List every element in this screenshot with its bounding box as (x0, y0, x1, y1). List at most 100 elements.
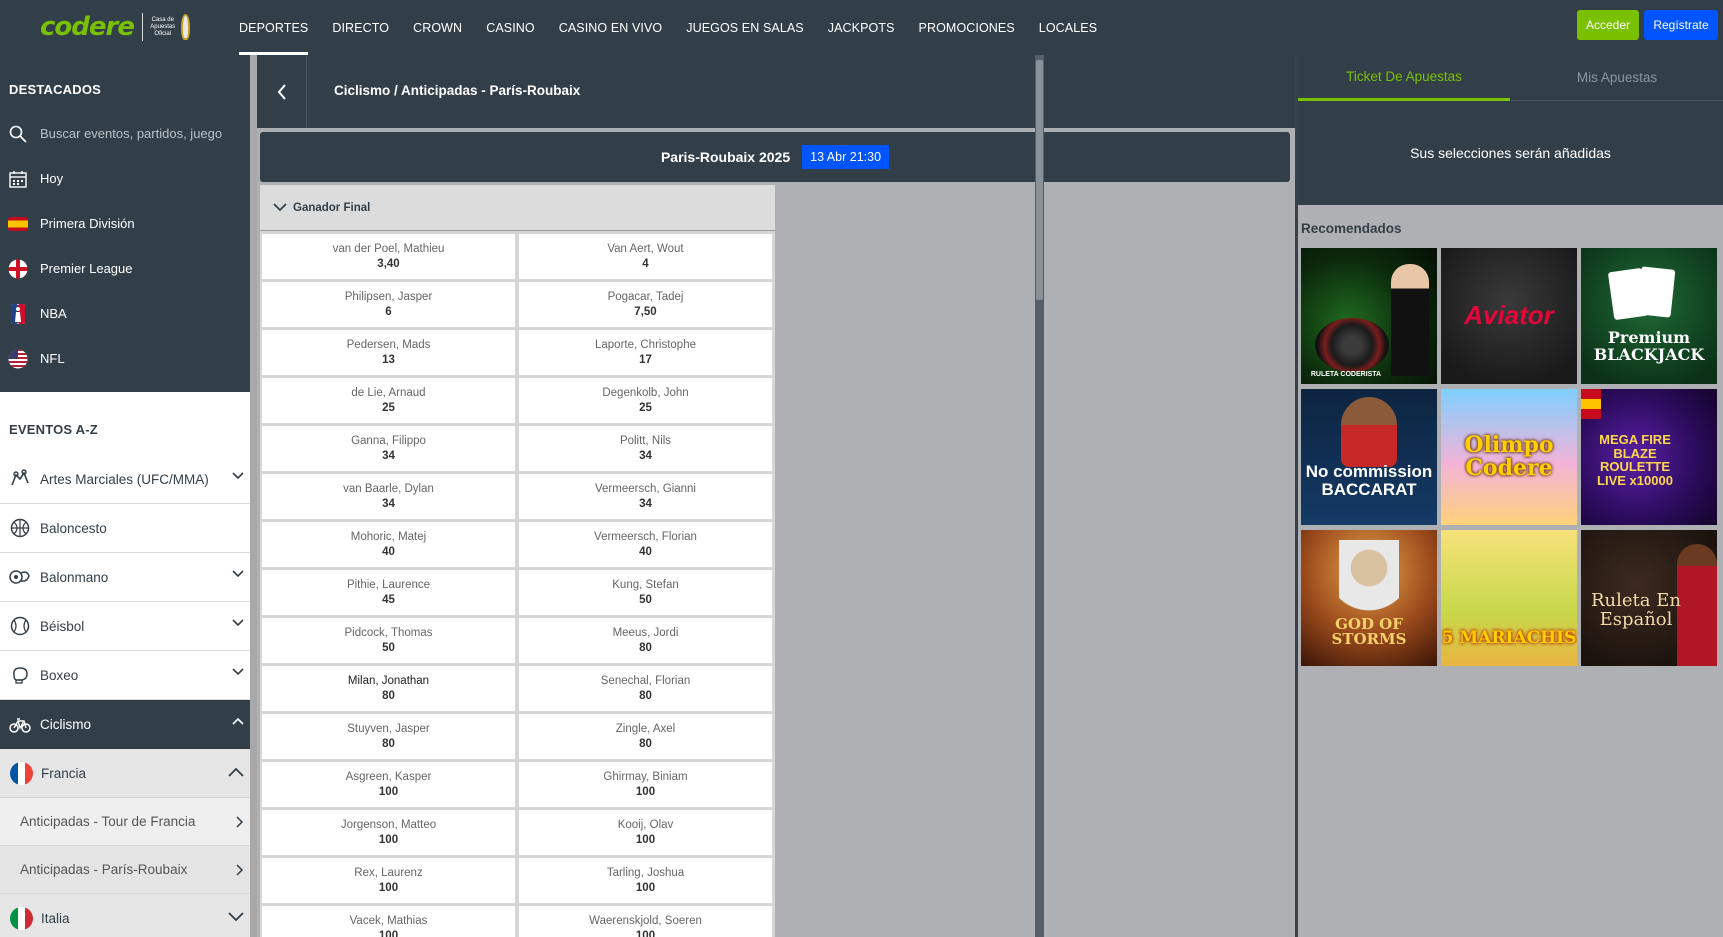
scrollbar-thumb[interactable] (1036, 60, 1043, 300)
odds-selection-cell[interactable]: Tarling, Joshua 100 (519, 858, 772, 903)
country-label: Italia (41, 910, 70, 926)
sport-item-artes-marciales[interactable]: Artes Marciales (UFC/MMA) (0, 455, 250, 504)
calendar-icon (8, 169, 28, 189)
country-item-francia[interactable]: Francia (0, 749, 250, 798)
register-button[interactable]: Regístrate (1644, 10, 1718, 40)
game-tile-blackjack[interactable]: Premium BLACKJACK (1581, 248, 1717, 384)
featured-item-nba[interactable]: NBA (0, 291, 250, 336)
odds-selection-cell[interactable]: Politt, Nils 34 (519, 426, 772, 471)
selection-odds: 100 (635, 833, 656, 846)
sidebar-scrollbar[interactable] (250, 55, 257, 937)
sport-label: Boxeo (40, 667, 79, 683)
odds-selection-cell[interactable]: Philipsen, Jasper 6 (262, 282, 515, 327)
odds-selection-cell[interactable]: Asgreen, Kasper 100 (262, 762, 515, 807)
tab-mis-apuestas[interactable]: Mis Apuestas (1511, 55, 1723, 101)
featured-label: Premier League (40, 261, 133, 276)
sport-item-baloncesto[interactable]: Baloncesto (0, 504, 250, 553)
game-tile-olimpo-codere[interactable]: Olimpo Codere (1441, 389, 1577, 525)
nav-deportes[interactable]: DEPORTES (227, 0, 320, 55)
sport-item-ciclismo[interactable]: Ciclismo (0, 700, 250, 749)
featured-item-hoy[interactable]: Hoy (0, 156, 250, 201)
game-tile-baccarat[interactable]: No commission BACCARAT (1301, 389, 1437, 525)
selection-odds: 34 (639, 449, 652, 462)
nav-casino[interactable]: CASINO (474, 0, 547, 55)
tab-ticket[interactable]: Ticket De Apuestas (1298, 55, 1510, 101)
selection-name: Philipsen, Jasper (344, 290, 433, 303)
odds-selection-cell[interactable]: Kung, Stefan 50 (519, 570, 772, 615)
sport-item-balonmano[interactable]: Balonmano (0, 553, 250, 602)
sidebar: DESTACADOS Buscar eventos, partidos, jue… (0, 55, 250, 937)
game-tile-ruleta-coderista[interactable]: RULETA CODERISTA (1301, 248, 1437, 384)
nav-jackpots[interactable]: JACKPOTS (816, 0, 907, 55)
odds-selection-cell[interactable]: Mohoric, Matej 40 (262, 522, 515, 567)
odds-selection-cell[interactable]: Vermeersch, Gianni 34 (519, 474, 772, 519)
odds-selection-cell[interactable]: Pogacar, Tadej 7,50 (519, 282, 772, 327)
selection-odds: 25 (639, 401, 652, 414)
nav-directo[interactable]: DIRECTO (320, 0, 401, 55)
odds-selection-cell[interactable]: Pedersen, Mads 13 (262, 330, 515, 375)
odds-selection-cell[interactable]: van der Poel, Mathieu 3,40 (262, 234, 515, 279)
league-item-paris-roubaix[interactable]: Anticipadas - París-Roubaix (0, 846, 250, 894)
nav-locales[interactable]: LOCALES (1027, 0, 1109, 55)
nav-crown[interactable]: CROWN (401, 0, 474, 55)
game-tile-5-mariachis[interactable]: 5 MARIACHIS (1441, 530, 1577, 666)
odds-selection-cell[interactable]: Vermeersch, Florian 40 (519, 522, 772, 567)
odds-selection-cell[interactable]: Milan, Jonathan 80 (262, 666, 515, 711)
featured-item-nfl[interactable]: NFL (0, 336, 250, 381)
odds-selection-cell[interactable]: Pidcock, Thomas 50 (262, 618, 515, 663)
codere-logo[interactable]: codere Casa de Apuestas Oficial (40, 8, 190, 46)
nav-promociones[interactable]: PROMOCIONES (907, 0, 1027, 55)
odds-selection-cell[interactable]: Jorgenson, Matteo 100 (262, 810, 515, 855)
odds-selection-cell[interactable]: Stuyven, Jasper 80 (262, 714, 515, 759)
az-heading: EVENTOS A-Z (9, 422, 98, 437)
selection-odds: 80 (639, 737, 652, 750)
league-item-tour-de-francia[interactable]: Anticipadas - Tour de Francia (0, 798, 250, 846)
back-button[interactable] (257, 55, 307, 128)
search-input[interactable]: Buscar eventos, partidos, juego (40, 126, 222, 141)
game-tile-aviator[interactable]: Aviator (1441, 248, 1577, 384)
odds-selection-cell[interactable]: Zingle, Axel 80 (519, 714, 772, 759)
odds-selection-cell[interactable]: Ghirmay, Biniam 100 (519, 762, 772, 807)
odds-selection-cell[interactable]: Vacek, Mathias 100 (262, 906, 515, 937)
selection-odds: 45 (382, 593, 395, 606)
odds-selection-cell[interactable]: Kooij, Olav 100 (519, 810, 772, 855)
odds-selection-cell[interactable]: Ganna, Filippo 34 (262, 426, 515, 471)
selection-odds: 25 (382, 401, 395, 414)
main-scrollbar[interactable] (1035, 55, 1044, 937)
featured-item-primera-division[interactable]: Primera División (0, 201, 250, 246)
selection-name: de Lie, Arnaud (351, 386, 426, 399)
odds-selection-cell[interactable]: Laporte, Christophe 17 (519, 330, 772, 375)
odds-selection-cell[interactable]: Senechal, Florian 80 (519, 666, 772, 711)
odds-selection-cell[interactable]: Degenkolb, John 25 (519, 378, 772, 423)
search-field[interactable]: Buscar eventos, partidos, juego (0, 111, 250, 156)
market-header[interactable]: Ganador Final (260, 185, 775, 231)
odds-selection-cell[interactable]: Rex, Laurenz 100 (262, 858, 515, 903)
main-nav: DEPORTES DIRECTO CROWN CASINO CASINO EN … (227, 0, 1109, 55)
odds-selection-cell[interactable]: Pithie, Laurence 45 (262, 570, 515, 615)
top-navigation-bar: codere Casa de Apuestas Oficial DEPORTES… (0, 0, 1723, 55)
odds-selection-cell[interactable]: Van Aert, Wout 4 (519, 234, 772, 279)
chevron-right-icon (236, 864, 244, 876)
login-button[interactable]: Acceder (1577, 10, 1639, 40)
nav-juegos-en-salas[interactable]: JUEGOS EN SALAS (674, 0, 816, 55)
odds-selection-cell[interactable]: Waerenskjold, Soeren 100 (519, 906, 772, 937)
main-content: Ciclismo / Anticipadas - París-Roubaix P… (257, 55, 1295, 937)
game-title: 5 MARIACHIS (1441, 628, 1577, 649)
selection-name: Politt, Nils (619, 434, 672, 447)
selection-odds: 34 (382, 497, 395, 510)
selection-odds: 40 (639, 545, 652, 558)
odds-selection-cell[interactable]: de Lie, Arnaud 25 (262, 378, 515, 423)
selection-name: van der Poel, Mathieu (332, 242, 445, 255)
game-tile-ruleta-en-espanol[interactable]: Ruleta En Español (1581, 530, 1717, 666)
odds-selection-cell[interactable]: Meeus, Jordi 80 (519, 618, 772, 663)
featured-item-premier-league[interactable]: Premier League (0, 246, 250, 291)
game-tile-mega-fire-blaze-roulette[interactable]: MEGA FIRE BLAZE ROULETTE LIVE x10000 (1581, 389, 1717, 525)
game-tile-god-of-storms[interactable]: GOD OF STORMS (1301, 530, 1437, 666)
sport-item-boxeo[interactable]: Boxeo (0, 651, 250, 700)
nav-casino-en-vivo[interactable]: CASINO EN VIVO (547, 0, 675, 55)
odds-selection-cell[interactable]: van Baarle, Dylan 34 (262, 474, 515, 519)
selection-odds: 34 (639, 497, 652, 510)
country-item-italia[interactable]: Italia (0, 894, 250, 937)
event-title: Paris-Roubaix 2025 (660, 149, 791, 165)
sport-item-beisbol[interactable]: Béisbol (0, 602, 250, 651)
